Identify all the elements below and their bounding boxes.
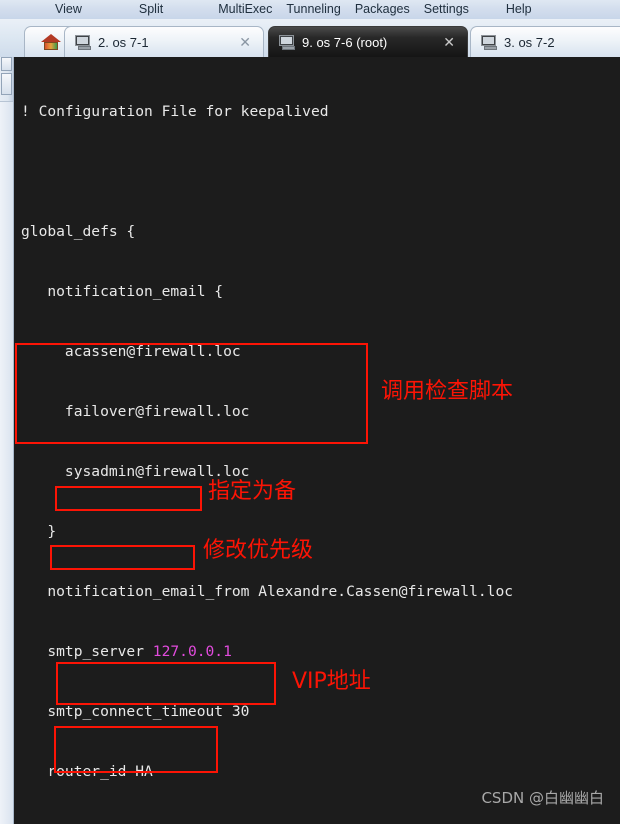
app-window: View Split MultiExec Tunneling Packages …	[0, 0, 620, 824]
side-panel-button-bottom[interactable]	[1, 73, 12, 95]
annotation-label-modify-priority: 修改优先级	[203, 538, 314, 563]
tab-label: 2. os 7-1	[98, 34, 149, 50]
menu-bar: View Split MultiExec Tunneling Packages …	[0, 0, 620, 20]
tab-os-7-1[interactable]: 2. os 7-1 ✕	[64, 26, 264, 57]
side-panel-button-top[interactable]	[1, 57, 12, 71]
code-line: notification_email {	[21, 283, 224, 300]
side-panel-collapsed-area[interactable]	[0, 101, 13, 824]
menu-item-view[interactable]: View	[55, 0, 82, 19]
annotation-label-vip-address: VIP地址	[292, 669, 371, 694]
code-line: router_id HA	[21, 763, 153, 780]
code-key: smtp_server	[21, 643, 153, 660]
menu-item-settings[interactable]: Settings	[424, 0, 469, 19]
menu-item-packages[interactable]: Packages	[355, 0, 410, 19]
tab-label: 3. os 7-2	[504, 34, 555, 50]
tab-os-7-2[interactable]: 3. os 7-2	[470, 26, 620, 57]
menu-item-multiexec[interactable]: MultiExec	[218, 0, 272, 19]
computer-icon	[279, 34, 296, 50]
code-line: smtp_connect_timeout 30	[21, 703, 250, 720]
tab-os-7-6-root[interactable]: 9. os 7-6 (root) ✕	[268, 26, 468, 57]
annotation-label-call-check-script: 调用检查脚本	[381, 379, 514, 404]
left-side-panel	[0, 57, 14, 824]
terminal-pane[interactable]: ! Configuration File for keepalived glob…	[14, 57, 620, 824]
computer-icon	[75, 34, 92, 50]
close-icon[interactable]: ✕	[239, 35, 251, 49]
tab-strip: 2. os 7-1 ✕ 9. os 7-6 (root) ✕ 3. os 7-2	[0, 19, 620, 58]
ip-value: 127.0.0.1	[152, 643, 232, 660]
terminal-text: ! Configuration File for keepalived glob…	[21, 62, 513, 824]
code-line: acassen@firewall.loc	[21, 343, 241, 360]
code-line: global_defs {	[21, 223, 136, 240]
computer-icon	[481, 34, 498, 50]
menu-item-help[interactable]: Help	[506, 0, 532, 19]
home-icon	[41, 32, 61, 52]
menu-item-split[interactable]: Split	[139, 0, 163, 19]
code-line: notification_email_from Alexandre.Cassen…	[21, 583, 514, 600]
watermark: CSDN @白幽幽白	[481, 789, 604, 807]
code-line: ! Configuration File for keepalived	[21, 103, 329, 120]
code-line: smtp_server 127.0.0.1	[21, 642, 513, 662]
annotation-label-set-as-backup: 指定为备	[208, 479, 297, 504]
close-icon[interactable]: ✕	[443, 35, 455, 49]
menu-item-tunneling[interactable]: Tunneling	[286, 0, 340, 19]
code-line: failover@firewall.loc	[21, 403, 250, 420]
tab-label: 9. os 7-6 (root)	[302, 34, 388, 50]
